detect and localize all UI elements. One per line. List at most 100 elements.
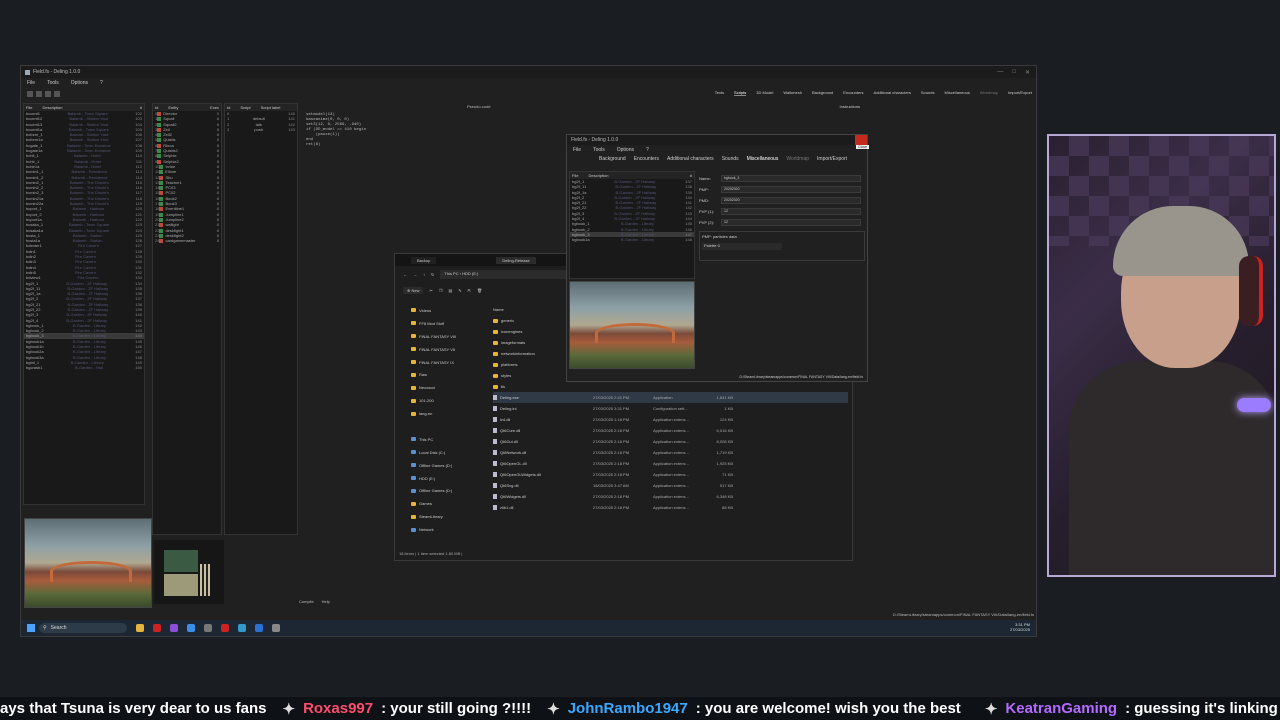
deling2-titlebar[interactable]: Field.fs - Deling 1.0.0 — [567, 135, 867, 145]
tab-texts[interactable]: Texts — [715, 90, 724, 96]
deling2-tab-import-export[interactable]: Import/Export — [817, 156, 847, 162]
misc-field-input[interactable]: 20202020 — [721, 186, 861, 193]
share-icon[interactable]: ⇱ — [468, 288, 471, 293]
deling-main-titlebar[interactable]: Field.fs - Deling 1.0.0 — □ ✕ — [21, 66, 1036, 78]
file-row[interactable]: Qt6OpenGLWidgets.dll 27/03/2025 2:18 PM Ap… — [493, 469, 848, 480]
edge-taskbar-icon[interactable] — [238, 624, 246, 632]
tab-import-export[interactable]: Import/Export — [1008, 90, 1032, 96]
nav-item[interactable]: lang-en — [395, 407, 485, 420]
deling2-tab-miscellaneous[interactable]: Miscellaneous — [747, 156, 779, 162]
tab-walkmesh[interactable]: Walkmesh — [783, 90, 802, 96]
deling2-col-description[interactable]: Description — [588, 173, 608, 178]
nav-item[interactable]: Raw — [395, 368, 485, 381]
file-row[interactable]: Qt6OpenGL.dll 27/03/2025 2:18 PM Applicati… — [493, 458, 848, 469]
cut-icon[interactable]: ✂ — [429, 288, 432, 293]
tab-miscellaneous[interactable]: Miscellaneous — [944, 90, 969, 96]
deling2-tab-sounds[interactable]: Sounds — [722, 156, 739, 162]
help-button[interactable]: Help — [322, 599, 330, 604]
file-row[interactable]: lz4.dll 27/03/2025 1:18 PM Application ext… — [493, 414, 848, 425]
nav-item[interactable]: FF8 Mod Stuff — [395, 317, 485, 330]
window-taskbar-icon[interactable] — [255, 624, 263, 632]
tab-worldmap[interactable]: Worldmap — [980, 90, 998, 96]
close-button[interactable] — [855, 135, 867, 145]
save-as-icon[interactable] — [45, 91, 51, 97]
tab-sounds[interactable]: Sounds — [921, 90, 935, 96]
menu-file[interactable]: File — [27, 80, 35, 86]
file-row[interactable]: Deling.ini 27/03/2025 3:31 PM Configuratio… — [493, 403, 848, 414]
compile-button[interactable]: Compile — [299, 599, 314, 604]
deling2-menu-file[interactable]: File — [573, 147, 581, 153]
col-file[interactable]: File — [26, 105, 32, 110]
breadcrumb-hdd[interactable]: HDD (E:) — [462, 271, 478, 276]
col-description[interactable]: Description — [42, 105, 62, 110]
col-script-label[interactable]: Script label — [261, 105, 281, 110]
entity-row[interactable]: 24 cardgamemaster 8 — [153, 238, 221, 244]
red-app-taskbar-icon[interactable] — [153, 624, 161, 632]
paste-icon[interactable]: ▤ — [448, 288, 452, 293]
misc-field-input[interactable]: 12 — [721, 208, 861, 215]
file-row[interactable]: zlib1.dll 27/03/2025 2:18 PM Application e… — [493, 502, 848, 513]
tab-additional-characters[interactable]: Additional characters — [874, 90, 911, 96]
taskbar-search[interactable]: ⚲ Search — [39, 623, 127, 633]
deling2-menu-help[interactable]: ? — [646, 147, 649, 153]
menu-options[interactable]: Options — [71, 80, 88, 86]
tab-encounters[interactable]: Encounters — [843, 90, 863, 96]
open-icon[interactable] — [27, 91, 33, 97]
file-row[interactable]: Deling.exe 27/03/2025 2:41 PM Application 1… — [493, 392, 848, 403]
col-entity-name[interactable]: Entity — [168, 105, 178, 110]
col-id[interactable]: # — [140, 105, 142, 110]
file-row[interactable]: Qt6Network.dll 27/03/2025 2:18 PM Applicat… — [493, 447, 848, 458]
pseudo-code-editor[interactable]: setmodel(13) baseanime(0, 0, 0) set3(12, 0… — [306, 113, 366, 148]
misc-field-input[interactable]: bgbook_3 — [721, 175, 861, 182]
tab-3d-model[interactable]: 3D Model — [756, 90, 773, 96]
copy-icon[interactable]: ❐ — [439, 288, 443, 293]
system-tray[interactable]: 3:31 PM 27/03/2025 — [1010, 622, 1030, 632]
new-button[interactable]: ⊕ New — [403, 286, 424, 294]
nav-item[interactable]: HDD (E:) — [395, 472, 485, 485]
col-script-id[interactable]: Id — [227, 105, 230, 110]
rename-icon[interactable]: ✎ — [458, 288, 461, 293]
script-row[interactable]: 3 push 143 — [225, 127, 297, 132]
deling2-menu-options[interactable]: Options — [617, 147, 634, 153]
tab-background[interactable]: Background — [812, 90, 833, 96]
instructions-label[interactable]: Instructions — [840, 104, 860, 109]
deling2-col-file[interactable]: File — [572, 173, 578, 178]
tab-deling-release[interactable]: Deling-Release — [496, 256, 536, 264]
menu-tools[interactable]: Tools — [47, 80, 59, 86]
file-row[interactable]: Qt6Svg.dll 18/03/2025 3:47 AM Application … — [493, 480, 848, 491]
file-row[interactable]: Qt6Gui.dll 27/03/2025 2:18 PM Application … — [493, 436, 848, 447]
deling2-menu-tools[interactable]: Tools — [593, 147, 605, 153]
nav-item[interactable]: This PC — [395, 433, 485, 446]
purple-app-taskbar-icon[interactable] — [170, 624, 178, 632]
misc-field-input[interactable]: 12 — [721, 219, 861, 226]
file-row[interactable]: Qt6Widgets.dll 27/03/2025 2:18 PM Applicat… — [493, 491, 848, 502]
forward-icon[interactable]: → — [413, 272, 417, 277]
nav-item[interactable]: FINAL FANTASY IX — [395, 356, 485, 369]
nav-item[interactable]: Necoscci — [395, 381, 485, 394]
col-script[interactable]: Script — [240, 105, 250, 110]
nav-item[interactable]: Offline Games (D:) — [395, 484, 485, 497]
deling2-tab-background[interactable]: Background — [599, 156, 626, 162]
github-taskbar-icon[interactable] — [204, 624, 212, 632]
back-icon[interactable]: ← — [403, 272, 407, 277]
col-entity-id[interactable]: Id — [155, 105, 158, 110]
nav-item[interactable] — [395, 420, 485, 433]
settings-taskbar-icon[interactable] — [272, 624, 280, 632]
refresh-icon[interactable]: ↻ — [431, 272, 434, 277]
nav-item[interactable]: FINAL FANTASY VIII — [395, 330, 485, 343]
breadcrumb-this-pc[interactable]: This PC — [444, 271, 458, 276]
deling2-tab-worldmap[interactable]: Worldmap — [786, 156, 809, 162]
nav-item[interactable]: Local Disk (C:) — [395, 446, 485, 459]
file-explorer-taskbar-icon[interactable] — [136, 624, 144, 632]
nav-item[interactable]: FINAL FANTASY VII — [395, 343, 485, 356]
deling2-col-id[interactable]: # — [690, 173, 692, 178]
nav-item[interactable]: Offline Games (D:) — [395, 459, 485, 472]
field-row[interactable]: bgcrash1 B-Garden - Hall 150 — [24, 365, 144, 370]
nav-item[interactable]: Games — [395, 497, 485, 510]
deling2-field-row[interactable]: bgbook1a B-Garden - Library 148 — [570, 237, 694, 242]
blue-app-taskbar-icon[interactable] — [187, 624, 195, 632]
nav-item[interactable]: 101-200 — [395, 394, 485, 407]
nav-item[interactable]: SteamLibrary — [395, 510, 485, 523]
deling2-tab-encounters[interactable]: Encounters — [634, 156, 659, 162]
up-icon[interactable]: ↑ — [423, 272, 425, 277]
